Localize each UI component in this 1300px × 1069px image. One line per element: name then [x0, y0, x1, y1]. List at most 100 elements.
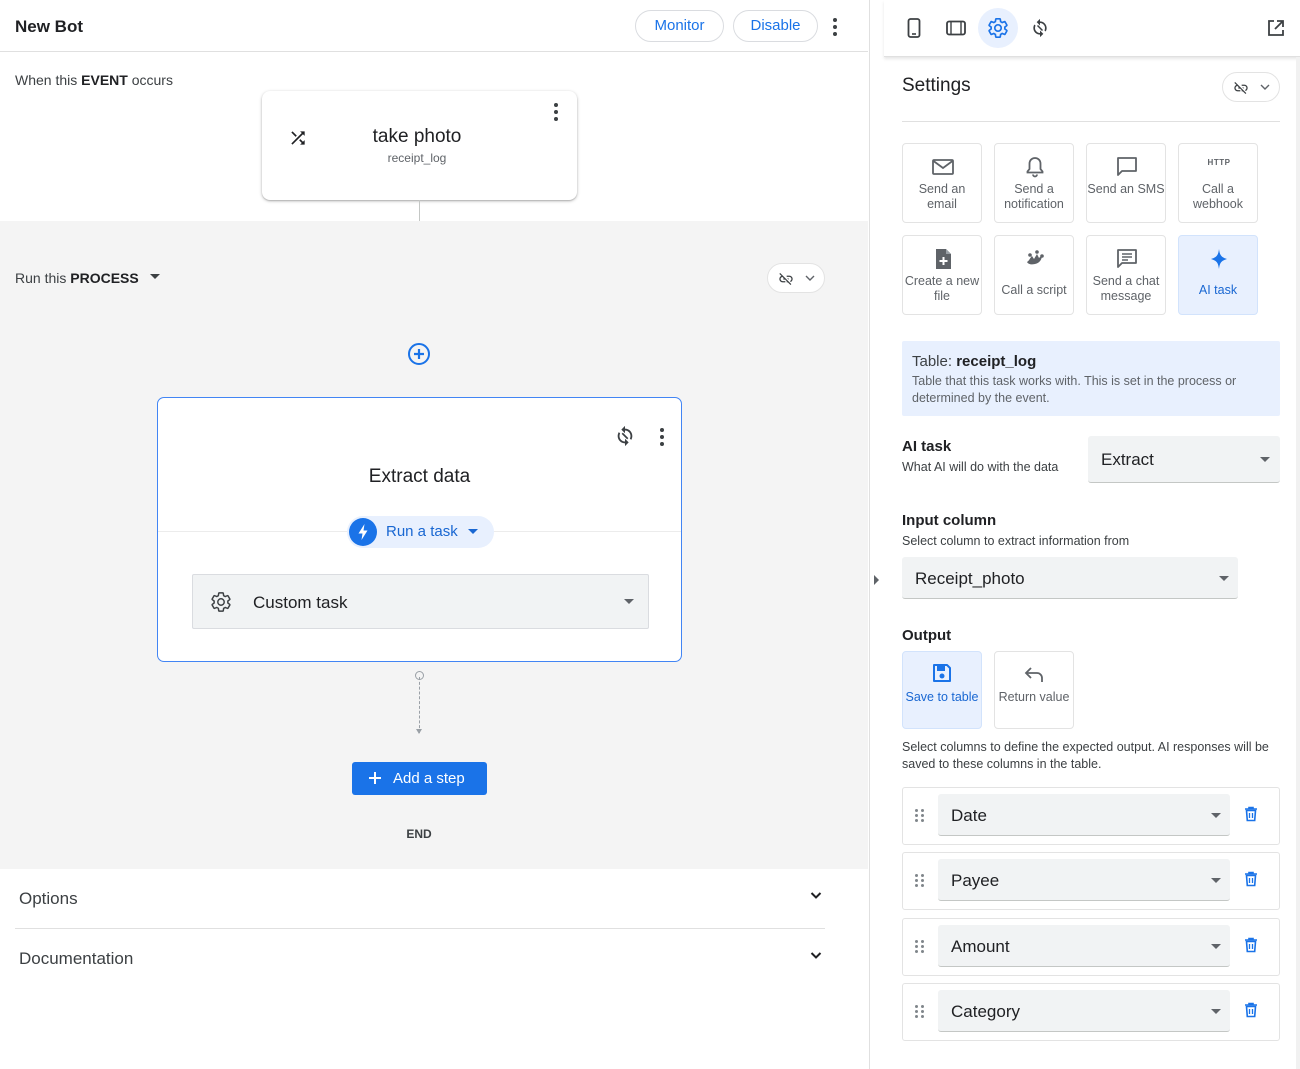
- caret-down-icon: [1211, 878, 1221, 883]
- tile-ai-task[interactable]: AI task: [1178, 235, 1258, 315]
- settings-gear-icon[interactable]: [978, 8, 1018, 48]
- tile-label: AI task: [1198, 283, 1238, 297]
- output-column-row: Amount: [902, 918, 1280, 976]
- tile-label: Call a script: [1001, 283, 1067, 297]
- chevron-down-icon: [1260, 83, 1270, 91]
- tile-label: Send a chat message: [1092, 274, 1160, 303]
- tile-send-notification[interactable]: Send a notification: [994, 143, 1074, 223]
- ai-task-value: Extract: [1101, 450, 1154, 469]
- settings-link-toggle[interactable]: [1222, 72, 1280, 102]
- ai-task-title: AI task: [902, 438, 952, 455]
- mobile-preview-icon[interactable]: [894, 8, 934, 48]
- drag-handle-icon[interactable]: [915, 1005, 925, 1019]
- ai-task-select[interactable]: Extract: [1088, 436, 1280, 483]
- output-return-value[interactable]: Return value: [994, 651, 1074, 729]
- add-step-label: Add a step: [393, 770, 465, 787]
- process-link-toggle[interactable]: [767, 263, 825, 293]
- sms-icon: [1114, 154, 1140, 180]
- chevron-down-icon: [810, 951, 822, 960]
- plus-icon: [368, 771, 382, 785]
- link-off-icon: [777, 271, 795, 287]
- caret-down-icon: [468, 529, 478, 534]
- delete-icon[interactable]: [1244, 806, 1258, 822]
- drag-handle-icon[interactable]: [915, 940, 925, 954]
- output-save-to-table[interactable]: Save to table: [902, 651, 982, 729]
- output-column-row: Category: [902, 983, 1280, 1041]
- delete-icon[interactable]: [1244, 1002, 1258, 1018]
- step-card[interactable]: Extract data Run a task Custom task: [157, 397, 682, 662]
- documentation-accordion[interactable]: Documentation: [15, 929, 825, 989]
- event-card[interactable]: take photo receipt_log: [262, 91, 577, 200]
- connector-arrow-icon: [416, 729, 422, 734]
- run-task-label: Run a task: [386, 523, 458, 540]
- email-icon: [930, 154, 956, 180]
- open-in-new-icon[interactable]: [1256, 8, 1296, 48]
- tile-call-script[interactable]: Call a script: [994, 235, 1074, 315]
- tile-create-file[interactable]: Create a new file: [902, 235, 982, 315]
- output-column-select[interactable]: Payee: [938, 859, 1230, 901]
- sync-icon[interactable]: [614, 425, 636, 447]
- bell-icon: [1022, 154, 1048, 180]
- bot-title: New Bot: [15, 17, 83, 36]
- event-card-more-icon[interactable]: [554, 103, 558, 124]
- output-column-select[interactable]: Date: [938, 794, 1230, 836]
- process-section: Run this PROCESS Extract data Run a task…: [0, 221, 868, 869]
- run-task-dropdown[interactable]: Run a task: [347, 516, 494, 548]
- sync-disabled-icon[interactable]: [1020, 8, 1060, 48]
- flow-connector: [419, 200, 420, 221]
- panel-toolbar: [884, 0, 1300, 57]
- new-file-icon: [930, 246, 956, 272]
- table-info-description: Table that this task works with. This is…: [912, 374, 1237, 405]
- disable-button[interactable]: Disable: [733, 10, 818, 42]
- tile-send-sms[interactable]: Send an SMS: [1086, 143, 1166, 223]
- input-column-select[interactable]: Receipt_photo: [902, 557, 1238, 599]
- tile-send-email[interactable]: Send an email: [902, 143, 982, 223]
- process-dropdown-caret-icon[interactable]: [150, 274, 160, 279]
- output-column-value: Payee: [951, 871, 1000, 890]
- output-column-row: Date: [902, 787, 1280, 845]
- drag-handle-icon[interactable]: [915, 809, 925, 823]
- caret-down-icon: [1211, 813, 1221, 818]
- input-column-description: Select column to extract information fro…: [902, 534, 1130, 548]
- task-type-select[interactable]: Custom task: [192, 574, 649, 629]
- table-info-banner: Table: receipt_log Table that this task …: [902, 341, 1280, 416]
- settings-title: Settings: [902, 75, 971, 96]
- tablet-preview-icon[interactable]: [936, 8, 976, 48]
- tile-send-chat[interactable]: Send a chat message: [1086, 235, 1166, 315]
- chevron-down-icon: [805, 274, 815, 282]
- chevron-down-icon: [810, 891, 822, 900]
- expand-arrow-icon[interactable]: [874, 575, 879, 585]
- output-column-row: Payee: [902, 852, 1280, 910]
- http-icon: HTTP: [1207, 158, 1231, 167]
- output-column-value: Category: [951, 1002, 1020, 1021]
- output-column-select[interactable]: Category: [938, 990, 1230, 1032]
- table-info-heading: Table: receipt_log: [912, 353, 1037, 370]
- ai-task-description: What AI will do with the data: [902, 460, 1059, 474]
- process-section-label[interactable]: Run this PROCESS: [15, 270, 139, 286]
- step-title: Extract data: [368, 466, 471, 487]
- event-section-label: When this EVENT occurs: [15, 72, 173, 88]
- panel-scrollbar[interactable]: [1296, 57, 1300, 1069]
- tile-label: Send a notification: [1004, 182, 1064, 211]
- tile-label: Call a webhook: [1192, 182, 1244, 211]
- input-column-value: Receipt_photo: [915, 569, 1025, 588]
- tile-call-webhook[interactable]: HTTP Call a webhook: [1178, 143, 1258, 223]
- caret-down-icon: [1219, 576, 1229, 581]
- more-vert-icon[interactable]: [833, 18, 837, 39]
- gear-icon: [210, 591, 232, 613]
- delete-icon[interactable]: [1244, 871, 1258, 887]
- editor-header: New Bot Monitor Disable: [0, 0, 868, 52]
- drag-handle-icon[interactable]: [915, 874, 925, 888]
- tile-label: Send an SMS: [1087, 182, 1165, 196]
- add-step-button[interactable]: Add a step: [352, 762, 487, 795]
- add-circle-icon[interactable]: [407, 342, 431, 366]
- pane-splitter[interactable]: [869, 0, 884, 1069]
- step-card-more-icon[interactable]: [660, 428, 664, 449]
- output-column-select[interactable]: Amount: [938, 925, 1230, 967]
- options-accordion[interactable]: Options: [15, 869, 825, 929]
- delete-icon[interactable]: [1244, 937, 1258, 953]
- monitor-button[interactable]: Monitor: [635, 10, 724, 42]
- caret-down-icon: [1211, 944, 1221, 949]
- documentation-label: Documentation: [19, 949, 134, 968]
- output-description: Select columns to define the expected ou…: [902, 740, 1269, 771]
